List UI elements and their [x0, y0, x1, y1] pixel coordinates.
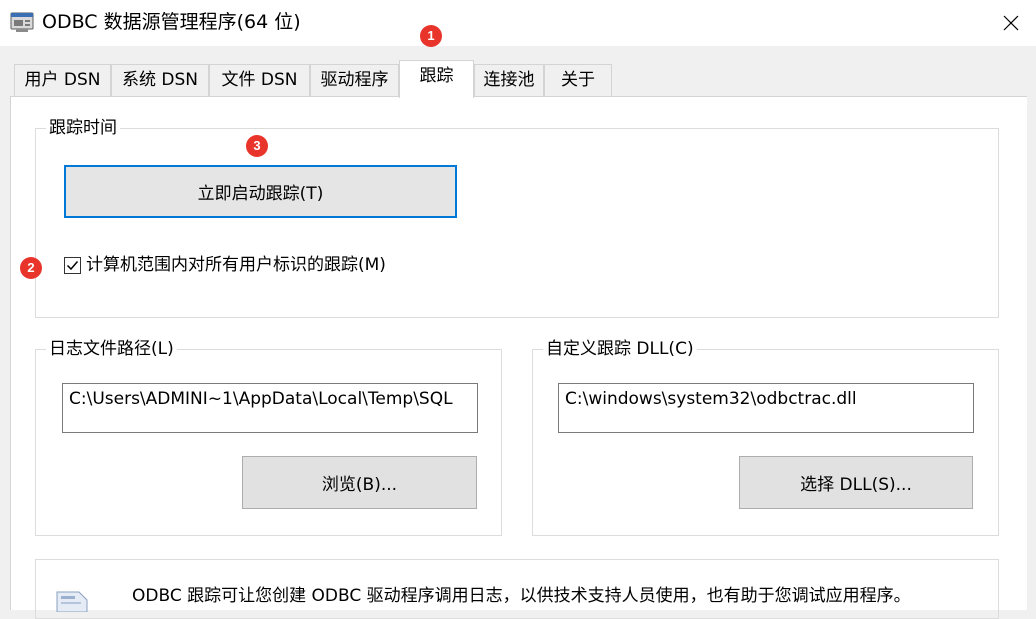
start-tracing-button[interactable]: 立即启动跟踪(T)	[64, 165, 457, 218]
tracing-panel: 跟踪时间 立即启动跟踪(T) 计算机范围内对所有用户标识的跟踪(M) 日志文件路…	[10, 96, 1036, 619]
tab-user-dsn[interactable]: 用户 DSN	[14, 64, 111, 96]
select-dll-label: 选择 DLL(S)...	[800, 475, 912, 495]
info-document-icon	[56, 591, 88, 612]
window-title: ODBC 数据源管理程序(64 位)	[42, 11, 301, 33]
select-dll-button[interactable]: 选择 DLL(S)...	[739, 456, 973, 509]
custom-trace-dll-legend: 自定义跟踪 DLL(C)	[543, 338, 697, 360]
window-edge	[1027, 96, 1036, 610]
annotation-marker-1: 1	[420, 25, 442, 47]
custom-dll-input[interactable]: C:\windows\system32\odbctrac.dll	[558, 383, 974, 433]
log-file-path-legend: 日志文件路径(L)	[46, 338, 177, 360]
tab-label: 系统 DSN	[121, 70, 198, 90]
info-text: ODBC 跟踪可让您创建 ODBC 驱动程序调用日志，以供技术支持人员使用，也有…	[132, 586, 911, 606]
tab-about[interactable]: 关于	[544, 64, 612, 96]
annotation-marker-3: 3	[246, 135, 268, 157]
checkmark-icon	[66, 261, 79, 271]
odbc-app-icon	[10, 12, 34, 32]
tab-label: 文件 DSN	[221, 70, 298, 90]
tab-label: 连接池	[483, 70, 535, 90]
tab-system-dsn[interactable]: 系统 DSN	[111, 64, 209, 96]
tab-file-dsn[interactable]: 文件 DSN	[209, 64, 310, 96]
tab-strip: 用户 DSN 系统 DSN 文件 DSN 驱动程序 跟踪 连接池 关于	[0, 46, 1036, 98]
tab-label: 关于	[561, 70, 595, 90]
tab-label: 驱动程序	[320, 70, 389, 90]
trace-time-legend: 跟踪时间	[46, 117, 120, 139]
tab-label: 用户 DSN	[24, 70, 101, 90]
tab-connection-pooling[interactable]: 连接池	[474, 64, 544, 96]
tab-tracing[interactable]: 跟踪	[399, 60, 474, 98]
machine-wide-trace-checkbox[interactable]	[64, 257, 81, 274]
tab-drivers[interactable]: 驱动程序	[310, 64, 399, 96]
browse-label: 浏览(B)...	[321, 475, 398, 495]
start-tracing-label: 立即启动跟踪(T)	[197, 184, 324, 204]
title-bar: ODBC 数据源管理程序(64 位)	[0, 0, 1036, 46]
close-button[interactable]	[986, 0, 1036, 46]
close-icon	[1003, 15, 1019, 31]
log-file-path-input[interactable]: C:\Users\ADMINI~1\AppData\Local\Temp\SQL	[62, 383, 478, 433]
trace-time-group: 跟踪时间	[35, 117, 999, 318]
browse-button[interactable]: 浏览(B)...	[242, 456, 477, 509]
tab-label: 跟踪	[419, 66, 454, 86]
annotation-marker-2: 2	[20, 257, 42, 279]
machine-wide-trace-label[interactable]: 计算机范围内对所有用户标识的跟踪(M)	[86, 254, 386, 276]
